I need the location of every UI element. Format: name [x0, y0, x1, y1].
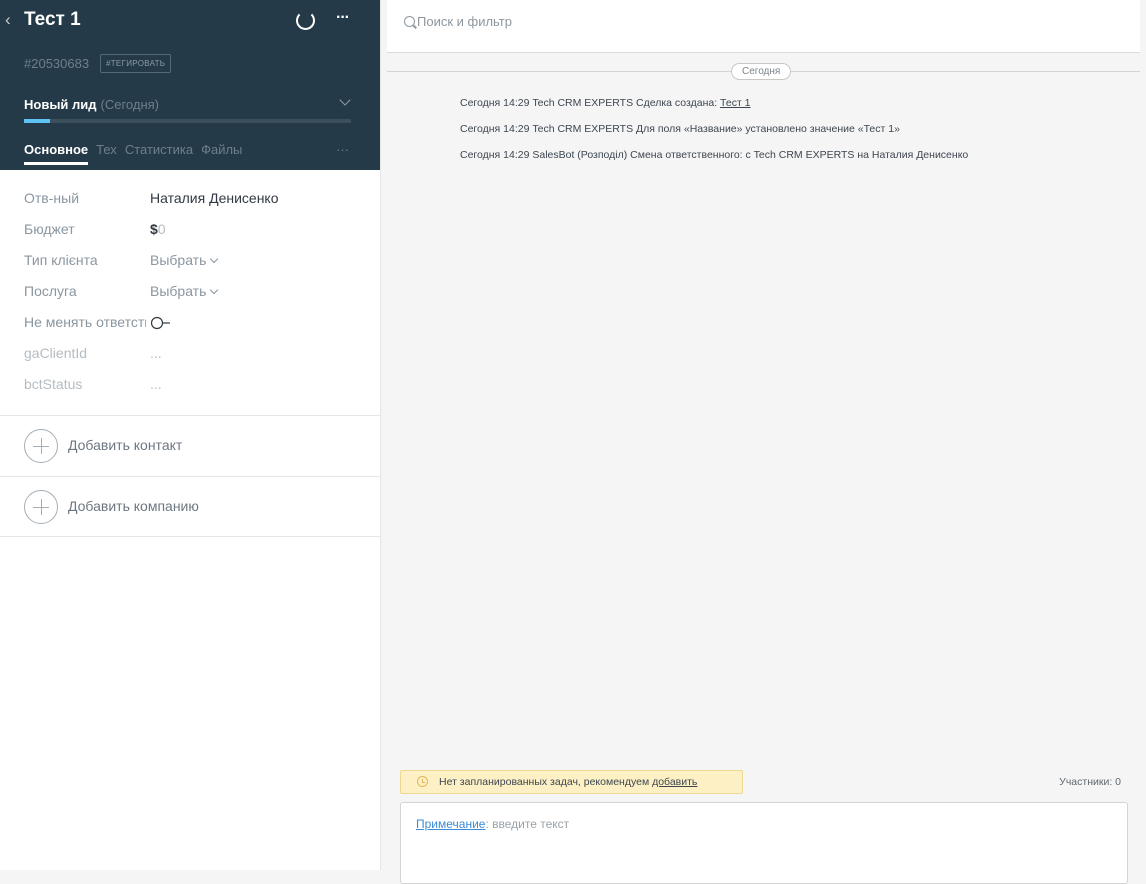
feed-item: Сегодня 14:29 SalesBot (Розподіл) Смена … [460, 149, 968, 175]
tabs-more-icon[interactable]: ··· [336, 142, 349, 157]
note-type-selector[interactable]: Примечание [416, 817, 485, 831]
chevron-down-icon [210, 254, 219, 264]
budget-value[interactable]: $0 [150, 221, 166, 237]
divider [0, 415, 380, 416]
feed-item: Сегодня 14:29 Tech CRM EXPERTS Сделка со… [460, 97, 968, 123]
feed-item: Сегодня 14:29 Tech CRM EXPERTS Для поля … [460, 123, 968, 149]
field-no-change-responsible: Не менять ответственного [24, 312, 364, 343]
feed-text: Сегодня 14:29 Tech CRM EXPERTS Для поля … [460, 123, 900, 135]
note-placeholder: : введите текст [485, 817, 570, 831]
more-icon[interactable]: ··· [336, 9, 350, 27]
tasks-notice-message: Нет запланированных задач, рекомендуем [439, 776, 653, 788]
stage-selector[interactable]: Новый лид (Сегодня) [24, 97, 159, 112]
deal-link[interactable]: Тест 1 [720, 97, 750, 109]
ga-client-id-value[interactable]: ... [150, 345, 162, 361]
search-icon [404, 16, 415, 27]
field-ga-client-id: gaClientId ... [24, 343, 364, 374]
tab-0[interactable]: Основное [24, 142, 89, 165]
stage-progress-bar [24, 119, 351, 123]
select-label: Выбрать [150, 283, 207, 299]
add-contact-label: Добавить контакт [68, 437, 183, 453]
activity-feed: Сегодня 14:29 Tech CRM EXPERTS Сделка со… [460, 97, 968, 175]
deal-card-panel: ‹ Тест 1 ··· #20530683 #ТЕГИРОВАТЬ Новый… [0, 0, 381, 870]
plus-icon [24, 490, 58, 524]
clock-icon [417, 776, 428, 787]
note-composer[interactable]: Примечание: введите текст [400, 802, 1128, 884]
stage-progress-fill [24, 119, 51, 123]
responsible-value[interactable]: Наталия Денисенко [150, 190, 279, 206]
spinner-icon [296, 11, 315, 30]
field-responsible: Отв-ный Наталия Денисенко [24, 188, 364, 219]
budget-amount: 0 [157, 221, 166, 237]
client-type-select[interactable]: Выбрать [150, 252, 219, 268]
feed-text: Сегодня 14:29 SalesBot (Розподіл) Смена … [460, 149, 969, 161]
feed-text: Сегодня 14:29 Tech CRM EXPERTS Сделка со… [460, 97, 721, 109]
tabs: Основное Тех Статистика Файлы [24, 142, 250, 165]
field-client-type: Тип клієнта Выбрать [24, 250, 364, 281]
back-icon[interactable]: ‹ [5, 10, 11, 30]
field-label: bctStatus [24, 376, 83, 392]
field-budget: Бюджет $0 [24, 219, 364, 250]
field-label: Бюджет [24, 221, 75, 237]
service-select[interactable]: Выбрать [150, 283, 219, 299]
participants-count[interactable]: Участники: 0 [1000, 776, 1121, 788]
tab-3[interactable]: Файлы [201, 142, 242, 165]
deal-title[interactable]: Тест 1 [24, 9, 81, 31]
deal-fields: Отв-ный Наталия Денисенко Бюджет $0 Тип … [24, 188, 364, 405]
field-label: gaClientId [24, 345, 88, 361]
stage-date: (Сегодня) [100, 97, 160, 112]
field-service: Послуга Выбрать [24, 281, 364, 312]
field-label: Отв-ный [24, 190, 80, 206]
field-label: Тип клієнта [24, 252, 98, 268]
field-label: Послуга [24, 283, 77, 299]
tab-1[interactable]: Тех [96, 142, 117, 165]
note-input[interactable]: Примечание: введите текст [416, 817, 569, 831]
search-input[interactable] [417, 14, 817, 29]
tab-2[interactable]: Статистика [125, 142, 193, 165]
deal-header: ‹ Тест 1 ··· #20530683 #ТЕГИРОВАТЬ Новый… [0, 0, 380, 170]
tasks-notice: Нет запланированных задач, рекомендуем д… [400, 770, 743, 794]
deal-id: #20530683 [24, 56, 90, 71]
divider [0, 476, 380, 477]
chevron-down-icon[interactable] [339, 94, 351, 106]
add-task-link[interactable]: добавить [652, 776, 697, 788]
bct-status-value[interactable]: ... [150, 376, 162, 392]
divider [0, 536, 380, 537]
tag-button[interactable]: #ТЕГИРОВАТЬ [100, 54, 172, 73]
currency-symbol: $ [150, 221, 158, 237]
search-bar [387, 0, 1140, 53]
add-company-label: Добавить компанию [68, 498, 199, 514]
field-bct-status: bctStatus ... [24, 374, 364, 405]
day-badge: Сегодня [731, 63, 792, 80]
select-label: Выбрать [150, 252, 207, 268]
toggle-icon[interactable] [150, 316, 178, 330]
stage-name: Новый лид [24, 97, 97, 112]
chevron-down-icon [210, 285, 219, 295]
tasks-notice-text: Нет запланированных задач, рекомендуем д… [439, 776, 697, 788]
plus-icon [24, 429, 58, 463]
field-label: Не менять ответственного [24, 314, 146, 330]
